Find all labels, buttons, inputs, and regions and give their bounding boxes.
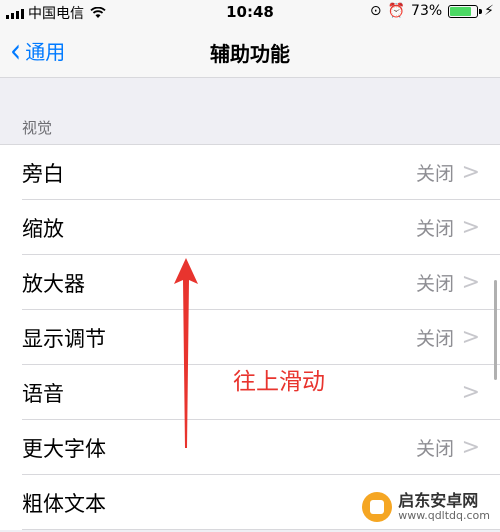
- chevron-right-icon: >: [461, 270, 480, 295]
- row-magnifier[interactable]: 放大器 关闭 >: [0, 255, 500, 310]
- row-label: 旁白: [22, 161, 64, 186]
- row-label: 更大字体: [22, 436, 106, 461]
- row-value: 关闭: [415, 218, 454, 240]
- swipe-up-arrow: [174, 258, 198, 448]
- watermark-url: www.qdltdq.com: [398, 508, 490, 522]
- scrollbar[interactable]: [494, 280, 497, 380]
- row-zoom[interactable]: 缩放 关闭 >: [0, 200, 500, 255]
- row-label: 显示调节: [22, 326, 106, 351]
- chevron-right-icon: >: [461, 435, 480, 460]
- charging-icon: ⚡: [484, 3, 494, 19]
- settings-list: 旁白 关闭 > 缩放 关闭 > 放大器 关闭 > 显示调节 关闭 > 语音 > …: [0, 144, 500, 530]
- page-title: 辅助功能: [210, 42, 290, 66]
- watermark-logo-icon: [362, 492, 393, 522]
- row-value: 关闭: [415, 438, 454, 460]
- alarm-icon: ⏰: [387, 3, 406, 19]
- row-label: 粗体文本: [22, 491, 106, 516]
- navigation-bar: ‹ 通用 辅助功能: [0, 24, 500, 78]
- battery-percent: 73%: [411, 3, 443, 19]
- section-header-vision: 视觉: [22, 119, 53, 137]
- status-right: ⊙ ⏰ 73% ⚡: [370, 3, 494, 19]
- chevron-right-icon: >: [461, 325, 480, 350]
- watermark: 启东安卓网 www.qdltdq.com: [358, 490, 494, 524]
- chevron-right-icon: >: [461, 160, 480, 185]
- row-label: 缩放: [22, 216, 64, 241]
- chevron-right-icon: >: [461, 380, 480, 405]
- watermark-text: 启东安卓网 www.qdltdq.com: [398, 492, 490, 522]
- row-larger-text[interactable]: 更大字体 关闭 >: [0, 420, 500, 475]
- annotation-swipe-up: 往上滑动: [233, 369, 325, 395]
- rotation-lock-icon: ⊙: [369, 3, 382, 19]
- row-label: 语音: [22, 381, 64, 406]
- row-display-accommodations[interactable]: 显示调节 关闭 >: [0, 310, 500, 365]
- row-voiceover[interactable]: 旁白 关闭 >: [0, 145, 500, 200]
- row-value: 关闭: [415, 273, 454, 295]
- status-bar: 中国电信 10:48 ⊙ ⏰ 73% ⚡: [0, 0, 500, 24]
- watermark-name: 启东安卓网: [398, 491, 479, 511]
- row-value: 关闭: [415, 163, 454, 185]
- battery-icon: [448, 4, 483, 18]
- chevron-right-icon: >: [461, 215, 480, 240]
- row-label: 放大器: [22, 271, 85, 296]
- row-value: 关闭: [415, 328, 454, 350]
